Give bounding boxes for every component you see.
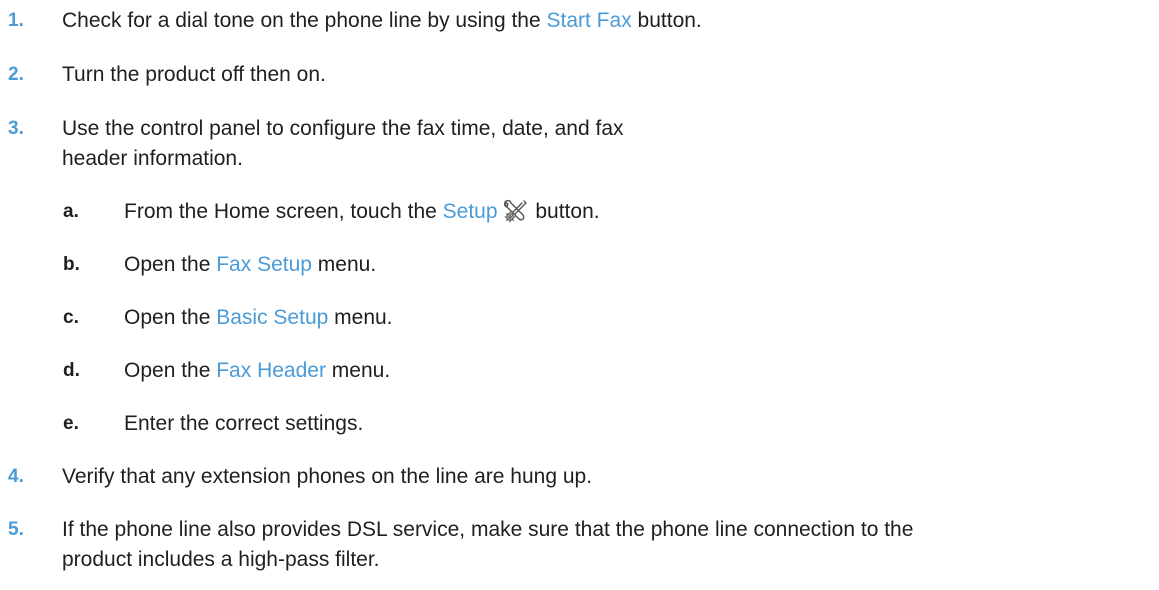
step-number: 3. (8, 118, 24, 139)
step-text: Check for a dial tone on the phone line … (62, 5, 702, 37)
step-text-line-1: Use the control panel to configure the f… (62, 117, 624, 140)
substep-text-post: menu. (325, 359, 391, 382)
fax-setup-link[interactable]: Fax Setup (216, 253, 312, 276)
setup-link[interactable]: Setup (443, 200, 498, 223)
start-fax-link[interactable]: Start Fax (547, 9, 632, 32)
step-text: Verify that any extension phones on the … (62, 465, 593, 488)
substep-b: b. Open the Fax Setup menu. (0, 249, 1159, 281)
step-5: 5. If the phone line also provides DSL s… (0, 514, 1159, 578)
step-text-line-1: If the phone line also provides DSL serv… (62, 518, 914, 541)
substep-letter: c. (63, 307, 79, 328)
substep-text-pre: From the Home screen, touch the (124, 200, 443, 223)
step-4: 4. Verify that any extension phones on t… (0, 461, 1159, 493)
substep-e: e. Enter the correct settings. (0, 408, 1159, 440)
step-number: 1. (8, 10, 24, 31)
step-1: 1. Check for a dial tone on the phone li… (0, 5, 1159, 37)
substep-letter: d. (63, 360, 80, 381)
step-2: 2. Turn the product off then on. (0, 59, 1159, 91)
step-text: Turn the product off then on. (62, 63, 326, 86)
substep-d: d. Open the Fax Header menu. (0, 355, 1159, 387)
step-number: 4. (8, 466, 24, 487)
basic-setup-link[interactable]: Basic Setup (216, 306, 328, 329)
substep-letter: a. (63, 201, 79, 222)
instruction-document: 1. Check for a dial tone on the phone li… (0, 0, 1159, 590)
substep-letter: e. (63, 413, 79, 434)
step-text-pre: Check for a dial tone on the phone line … (62, 9, 547, 32)
substep-text-pre: Open the (124, 253, 217, 276)
step-text-post: button. (631, 9, 702, 32)
step-number: 2. (8, 64, 24, 85)
substep-text-pre: Open the (124, 359, 217, 382)
substep-a: a. From the Home screen, touch the Setup… (0, 196, 1159, 228)
substep-letter: b. (63, 254, 80, 275)
substep-text-post: button. (529, 200, 600, 223)
substep-text: Open the Basic Setup menu. (124, 302, 393, 334)
substep-text: Open the Fax Setup menu. (124, 249, 376, 281)
step-3: 3. Use the control panel to configure th… (0, 113, 1159, 177)
step-text-line-2: header information. (62, 147, 243, 170)
substep-text: Open the Fax Header menu. (124, 355, 390, 387)
substep-c: c. Open the Basic Setup menu. (0, 302, 1159, 334)
substep-text-post: menu. (311, 253, 377, 276)
step-number: 5. (8, 519, 24, 540)
fax-header-link[interactable]: Fax Header (216, 359, 326, 382)
substep-text: From the Home screen, touch the Setup bu… (124, 196, 600, 228)
substep-text: Enter the correct settings. (124, 412, 364, 435)
setup-wrench-gear-icon[interactable] (502, 198, 528, 224)
substep-text-post: menu. (328, 306, 393, 329)
step-text-line-2: product includes a high-pass filter. (62, 548, 380, 571)
substep-text-pre: Open the (124, 306, 217, 329)
